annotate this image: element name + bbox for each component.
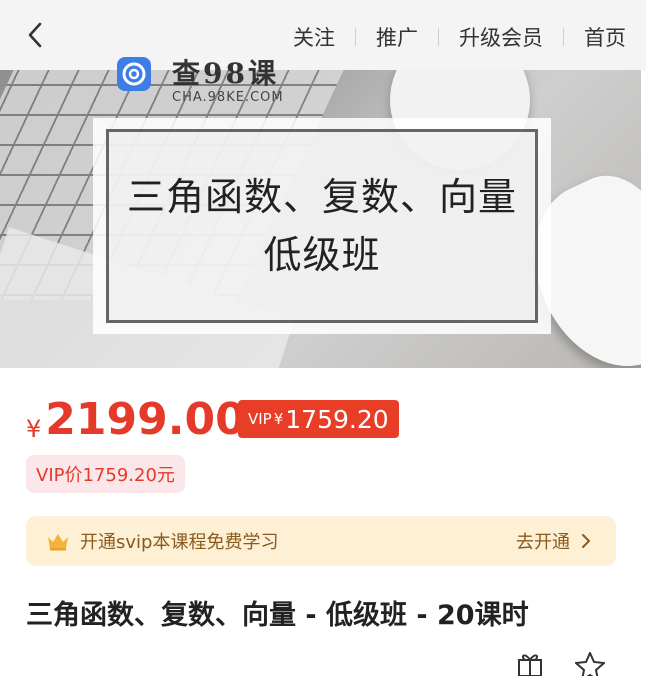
vip-badge-label: VIP: [248, 410, 272, 428]
banner-title-frame: 三角函数、复数、向量 低级班: [93, 118, 551, 334]
course-price: 2199.00: [45, 394, 246, 445]
nav-upgrade-member[interactable]: 升级会员: [439, 22, 563, 52]
watermark-logo-icon: [117, 57, 151, 91]
star-icon[interactable]: [575, 652, 605, 676]
banner-title-line2: 低级班: [263, 233, 381, 277]
banner-title-inner: 三角函数、复数、向量 低级班: [106, 129, 538, 323]
nav-promote[interactable]: 推广: [356, 22, 438, 52]
course-banner-image: 三角函数、复数、向量 低级班: [0, 70, 641, 368]
svip-open-button[interactable]: 去开通: [516, 528, 596, 554]
watermark-logo-url: CHA.98KE.COM: [172, 90, 284, 105]
top-nav-links: 关注 推广 升级会员 首页: [273, 20, 646, 54]
watermark-logo-text: 查98课: [172, 57, 279, 90]
vip-price-chip: VIP价1759.20元: [26, 455, 185, 493]
nav-home[interactable]: 首页: [564, 22, 646, 52]
gift-icon[interactable]: [515, 652, 545, 676]
vip-badge-currency: ¥: [273, 410, 284, 428]
banner-title-line1: 三角函数、复数、向量: [126, 175, 517, 219]
price-row: ¥ 2199.00: [26, 394, 246, 445]
currency-symbol: ¥: [26, 414, 42, 443]
vip-badge-value: 1759.20: [285, 404, 389, 434]
back-arrow-icon[interactable]: [22, 20, 52, 50]
vip-price-badge: VIP ¥ 1759.20: [238, 400, 399, 438]
chevron-right-icon: [582, 534, 590, 548]
nav-follow[interactable]: 关注: [273, 22, 355, 52]
svip-promo-text: 开通svip本课程免费学习: [80, 532, 279, 553]
top-nav-bar: 关注 推广 升级会员 首页: [0, 0, 646, 70]
svip-open-label: 去开通: [516, 532, 570, 553]
crown-icon: [46, 531, 70, 551]
bottom-action-icons: [515, 648, 635, 676]
course-title: 三角函数、复数、向量 - 低级班 - 20课时: [26, 600, 529, 631]
svip-promo-bar[interactable]: 开通svip本课程免费学习 去开通: [26, 516, 616, 566]
